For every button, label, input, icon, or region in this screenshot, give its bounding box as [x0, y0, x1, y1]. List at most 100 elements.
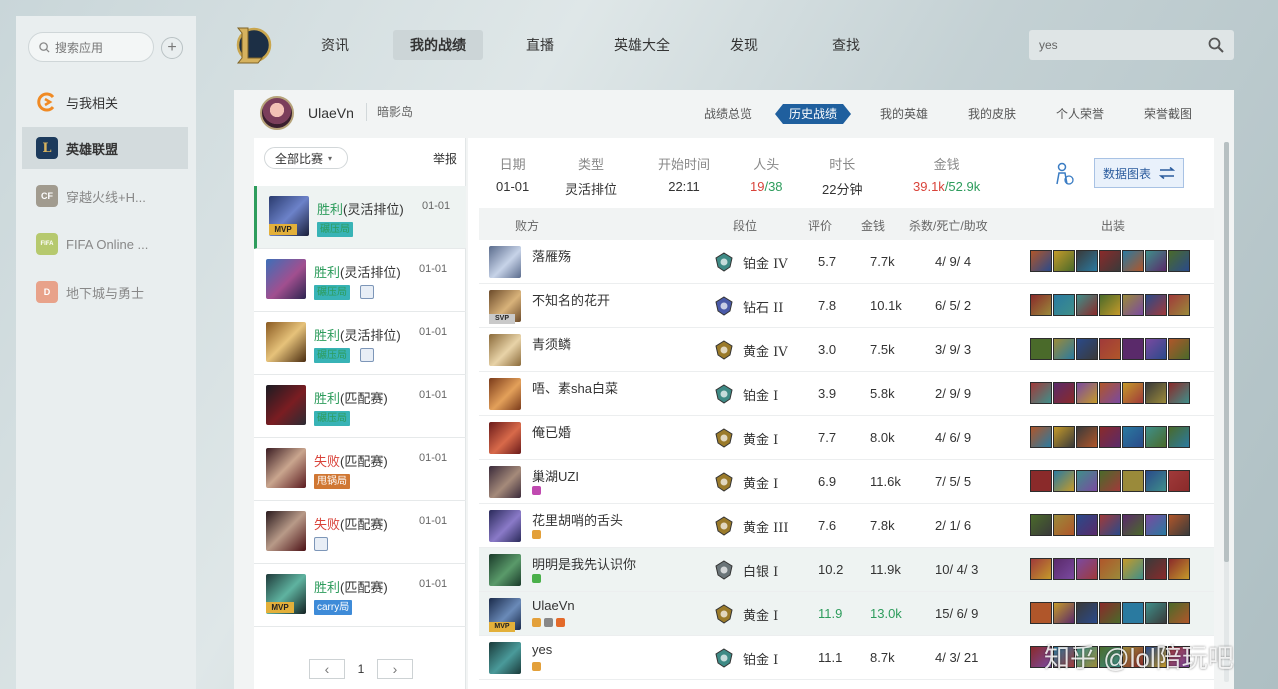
tab-my-skins[interactable]: 我的皮肤: [968, 104, 1016, 124]
item-icon[interactable]: [1168, 382, 1190, 404]
match-item[interactable]: 胜利(灵活排位) 01-01 碾压局: [254, 249, 466, 312]
item-icon[interactable]: [1168, 470, 1190, 492]
player-name[interactable]: 花里胡哨的舌头: [532, 510, 623, 529]
nav-heroes[interactable]: 英雄大全: [600, 30, 684, 60]
player-portrait[interactable]: [489, 246, 521, 278]
player-portrait[interactable]: [489, 510, 521, 542]
item-icon[interactable]: [1168, 294, 1190, 316]
item-icon[interactable]: [1076, 514, 1098, 536]
item-icon[interactable]: [1168, 558, 1190, 580]
nav-discover[interactable]: 发现: [716, 30, 772, 60]
item-icon[interactable]: [1099, 558, 1121, 580]
item-icon[interactable]: [1076, 558, 1098, 580]
item-icon[interactable]: [1099, 470, 1121, 492]
match-item[interactable]: MVP 胜利(灵活排位) 01-01 碾压局: [254, 186, 466, 249]
player-row[interactable]: 花里胡哨的舌头 黄金 III 7.6 7.8k 2/ 1/ 6: [479, 504, 1214, 548]
player-row[interactable]: SVP 不知名的花开 钻石 II 7.8 10.1k 6/ 5/ 2: [479, 284, 1214, 328]
item-icon[interactable]: [1076, 470, 1098, 492]
item-icon[interactable]: [1168, 426, 1190, 448]
player-name[interactable]: 明明是我先认识你: [532, 554, 636, 573]
item-icon[interactable]: [1099, 338, 1121, 360]
nav-live[interactable]: 直播: [512, 30, 568, 60]
nav-my-record[interactable]: 我的战绩: [393, 30, 483, 60]
item-icon[interactable]: [1076, 426, 1098, 448]
item-icon[interactable]: [1145, 602, 1167, 624]
item-icon[interactable]: [1030, 382, 1052, 404]
sidebar-item-fifa[interactable]: FIFA FIFA Online ...: [22, 223, 188, 265]
player-name[interactable]: 俺已婚: [532, 422, 571, 441]
item-icon[interactable]: [1099, 250, 1121, 272]
item-icon[interactable]: [1122, 250, 1144, 272]
item-icon[interactable]: [1099, 294, 1121, 316]
item-icon[interactable]: [1099, 382, 1121, 404]
item-icon[interactable]: [1122, 470, 1144, 492]
item-icon[interactable]: [1076, 382, 1098, 404]
item-icon[interactable]: [1053, 250, 1075, 272]
item-icon[interactable]: [1053, 382, 1075, 404]
item-icon[interactable]: [1053, 426, 1075, 448]
player-portrait[interactable]: [489, 466, 521, 498]
tab-my-heroes[interactable]: 我的英雄: [880, 104, 928, 124]
item-icon[interactable]: [1145, 426, 1167, 448]
player-name[interactable]: 巢湖UZI: [532, 466, 579, 485]
item-icon[interactable]: [1145, 470, 1167, 492]
player-name[interactable]: 不知名的花开: [532, 290, 610, 309]
item-icon[interactable]: [1030, 470, 1052, 492]
top-search-input[interactable]: yes: [1029, 30, 1234, 60]
item-icon[interactable]: [1099, 514, 1121, 536]
item-icon[interactable]: [1168, 514, 1190, 536]
tab-honor-screenshots[interactable]: 荣誉截图: [1144, 104, 1192, 124]
tab-honors[interactable]: 个人荣誉: [1056, 104, 1104, 124]
item-icon[interactable]: [1168, 250, 1190, 272]
report-link[interactable]: 举报: [433, 150, 457, 167]
item-icon[interactable]: [1122, 514, 1144, 536]
add-app-button[interactable]: +: [161, 37, 183, 59]
item-icon[interactable]: [1145, 514, 1167, 536]
item-icon[interactable]: [1030, 426, 1052, 448]
prev-page-button[interactable]: ‹: [309, 659, 345, 679]
item-icon[interactable]: [1030, 558, 1052, 580]
sidebar-item-dnf[interactable]: D 地下城与勇士: [22, 271, 188, 313]
player-row[interactable]: 巢湖UZI 黄金 I 6.9 11.6k 7/ 5/ 5: [479, 460, 1214, 504]
player-name[interactable]: yes: [532, 642, 552, 657]
match-item[interactable]: 失败(匹配赛) 01-01: [254, 501, 466, 564]
player-row[interactable]: 落雁殇 铂金 IV 5.7 7.7k 4/ 9/ 4: [479, 240, 1214, 284]
item-icon[interactable]: [1053, 602, 1075, 624]
item-icon[interactable]: [1030, 338, 1052, 360]
player-portrait[interactable]: [489, 422, 521, 454]
app-search-input[interactable]: 搜索应用: [28, 32, 154, 62]
item-icon[interactable]: [1122, 602, 1144, 624]
player-portrait[interactable]: [489, 642, 521, 674]
item-icon[interactable]: [1099, 602, 1121, 624]
item-icon[interactable]: [1030, 602, 1052, 624]
player-row[interactable]: 明明是我先认识你 白银 I 10.2 11.9k 10/ 4/ 3: [479, 548, 1214, 592]
image-icon[interactable]: [360, 348, 374, 362]
tab-history[interactable]: 历史战绩: [775, 104, 851, 124]
lol-logo[interactable]: [232, 24, 272, 66]
image-icon[interactable]: [360, 285, 374, 299]
nav-find[interactable]: 查找: [818, 30, 874, 60]
match-item[interactable]: 失败(匹配赛) 01-01 甩锅局: [254, 438, 466, 501]
item-icon[interactable]: [1053, 294, 1075, 316]
match-item[interactable]: 胜利(灵活排位) 01-01 碾压局: [254, 312, 466, 375]
item-icon[interactable]: [1030, 294, 1052, 316]
search-icon[interactable]: [1208, 37, 1224, 53]
player-name[interactable]: UlaeVn: [532, 598, 575, 613]
player-row[interactable]: MVP UlaeVn 黄金 I 11.9 13.0k 15/ 6/ 9: [479, 592, 1214, 636]
scrollbar-thumb[interactable]: [1224, 142, 1229, 562]
item-icon[interactable]: [1030, 514, 1052, 536]
item-icon[interactable]: [1145, 294, 1167, 316]
item-icon[interactable]: [1053, 338, 1075, 360]
player-row[interactable]: 唔、素sha白菜 铂金 I 3.9 5.8k 2/ 9/ 9: [479, 372, 1214, 416]
sidebar-item-cf[interactable]: CF 穿越火线+H...: [22, 175, 188, 217]
player-portrait[interactable]: [489, 378, 521, 410]
player-name[interactable]: 唔、素sha白菜: [532, 378, 618, 397]
item-icon[interactable]: [1145, 558, 1167, 580]
tab-overview[interactable]: 战绩总览: [704, 104, 752, 124]
item-icon[interactable]: [1076, 338, 1098, 360]
item-icon[interactable]: [1122, 558, 1144, 580]
item-icon[interactable]: [1122, 294, 1144, 316]
item-icon[interactable]: [1076, 602, 1098, 624]
sidebar-item-related[interactable]: 与我相关: [22, 81, 188, 123]
item-icon[interactable]: [1030, 250, 1052, 272]
